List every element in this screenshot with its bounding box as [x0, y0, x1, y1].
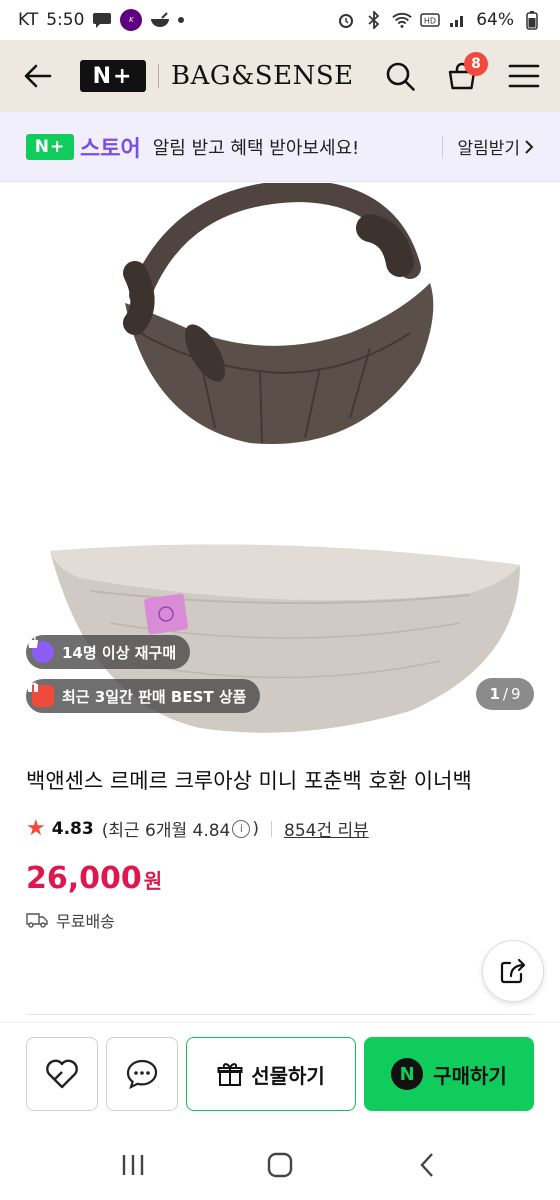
share-button[interactable] — [482, 940, 544, 1002]
back-button[interactable] — [18, 56, 58, 96]
battery-icon — [522, 10, 542, 30]
rating-divider — [271, 820, 272, 837]
search-icon — [386, 62, 415, 91]
hd-voice-icon: HD — [420, 10, 440, 30]
chevron-left-icon — [420, 1153, 433, 1177]
rating-close: ) — [252, 818, 259, 839]
nplus-green-logo: N+ — [26, 133, 74, 160]
battery-percent: 64% — [476, 10, 514, 30]
system-navigation-bar — [0, 1130, 560, 1200]
share-icon — [500, 958, 526, 984]
menu-button[interactable] — [506, 58, 542, 94]
back-arrow-icon — [24, 64, 52, 88]
price-value: 26,000 — [26, 861, 142, 896]
chevron-right-icon — [525, 139, 534, 154]
bluetooth-icon — [364, 10, 384, 30]
bag-icon — [28, 635, 54, 663]
clock: 5:50 — [46, 10, 85, 30]
info-icon[interactable]: i — [232, 819, 251, 838]
talk-button[interactable] — [106, 1037, 178, 1111]
wifi-icon — [392, 10, 412, 30]
total-images: 9 — [510, 685, 521, 703]
search-button[interactable] — [382, 58, 418, 94]
npay-icon: N — [391, 1058, 424, 1090]
status-bar: KT 5:50 K HD 64% — [0, 0, 560, 40]
best-seller-chip: 최근 3일간 판매 BEST 상품 — [26, 679, 261, 713]
more-notifications-icon — [178, 17, 185, 23]
gift-button[interactable]: 선물하기 — [186, 1037, 356, 1111]
rating-recent: (최근 6개월 4.84 — [101, 821, 231, 841]
cart-count-badge: 8 — [464, 52, 488, 76]
home-button[interactable] — [250, 1140, 310, 1190]
kurly-app-icon: K — [120, 9, 143, 31]
chat-icon — [126, 1059, 158, 1090]
carrier-label: KT — [18, 10, 39, 30]
notify-label: 알림받기 — [457, 139, 520, 159]
notification-banner[interactable]: N+ 스토어 알림 받고 혜택 받아보세요! 알림받기 — [0, 112, 560, 182]
purchase-action-bar: 선물하기 N 구매하기 — [0, 1022, 560, 1130]
counter-slash: / — [502, 685, 508, 703]
reviews-link[interactable]: 854건 리뷰 — [284, 816, 369, 841]
repurchase-chip: 14명 이상 재구매 — [26, 635, 191, 669]
gift-icon — [217, 1063, 243, 1086]
buy-label: 구매하기 — [433, 1063, 507, 1088]
section-divider — [26, 1014, 534, 1015]
current-image: 1 — [489, 685, 500, 703]
cart-button[interactable]: 8 — [444, 52, 488, 94]
price-currency: 원 — [143, 869, 163, 893]
alarm-icon — [336, 10, 356, 30]
bowl-icon — [150, 10, 170, 30]
top-header: N+ BAG&SENSE 8 — [0, 40, 560, 112]
header-divider — [158, 64, 159, 88]
gift-label: 선물하기 — [251, 1063, 325, 1088]
product-image-gallery[interactable]: 14명 이상 재구매 최근 3일간 판매 BEST 상품 1 / 9 — [0, 183, 560, 738]
shipping-label: 무료배송 — [56, 912, 115, 931]
notify-button[interactable]: 알림받기 — [457, 134, 534, 159]
chat-bubble-icon — [92, 10, 112, 30]
recent-apps-icon — [123, 1155, 144, 1175]
banner-message: 알림 받고 혜택 받아보세요! — [152, 137, 360, 159]
store-label: 스토어 — [80, 136, 141, 162]
price: 26,000 원 — [26, 861, 534, 896]
nplus-logo[interactable]: N+ — [80, 60, 146, 92]
wishlist-button[interactable] — [26, 1037, 98, 1111]
gift-box-icon — [28, 682, 54, 707]
menu-icon — [508, 64, 540, 88]
shipping-info: 무료배송 — [26, 908, 534, 932]
star-icon: ★ — [26, 816, 46, 841]
rating-row: ★ 4.83 (최근 6개월 4.84 i ) 854건 리뷰 — [26, 816, 534, 841]
banner-divider — [442, 135, 444, 158]
image-counter: 1 / 9 — [476, 678, 534, 710]
signal-icon — [448, 10, 468, 30]
buy-button[interactable]: N 구매하기 — [364, 1037, 534, 1111]
heart-icon — [46, 1059, 78, 1089]
nplus-store-logo: N+ 스토어 — [26, 131, 141, 163]
product-info: 백앤센스 르메르 크루아상 미니 포춘백 호환 이너백 ★ 4.83 (최근 6… — [0, 738, 560, 932]
rating-score: 4.83 — [51, 818, 94, 839]
repurchase-label: 14명 이상 재구매 — [62, 643, 177, 662]
system-back-button[interactable] — [397, 1140, 457, 1190]
best-seller-label: 최근 3일간 판매 BEST 상품 — [62, 687, 247, 706]
home-icon — [267, 1152, 293, 1178]
truck-icon — [26, 913, 48, 928]
brand-logo[interactable]: BAG&SENSE — [171, 61, 354, 91]
svg-text:HD: HD — [424, 17, 436, 26]
product-title: 백앤센스 르메르 크루아상 미니 포춘백 호환 이너백 — [26, 769, 472, 793]
recent-apps-button[interactable] — [103, 1140, 163, 1190]
